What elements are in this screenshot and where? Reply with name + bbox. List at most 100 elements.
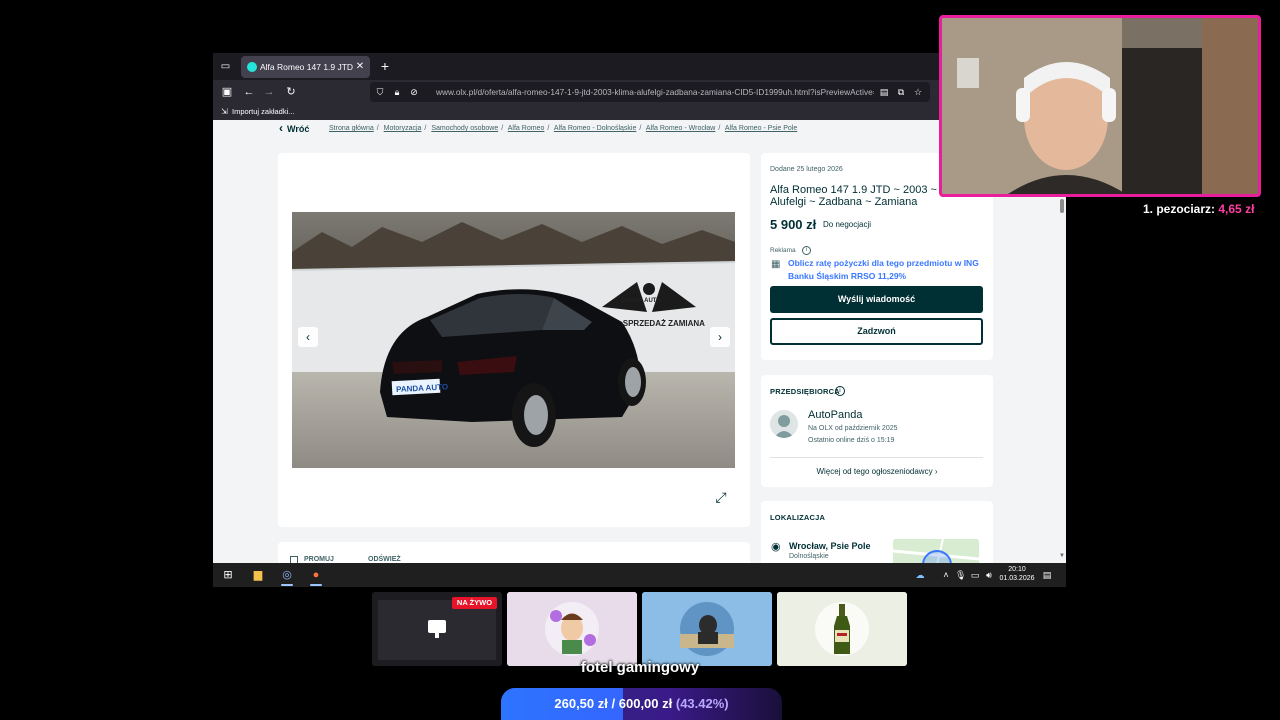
more-link-label: Więcej od tego ogłoszeniodawcy (816, 467, 933, 476)
active-indicator (281, 584, 293, 586)
system-clock[interactable]: 20:10 01.03.2026 (999, 565, 1035, 583)
new-tab-icon[interactable]: + (377, 58, 393, 74)
divider (770, 457, 983, 458)
tab-active[interactable]: Alfa Romeo 147 1.9 JTD ~ 2003 ✕ (241, 56, 370, 78)
goal-name: fotel gamingowy (580, 659, 700, 676)
sidebar-toggle-icon[interactable]: ▣ (219, 84, 235, 100)
seller-section-title: PRZEDSIĘBIORCA (770, 387, 840, 396)
olx-favicon-icon (247, 62, 257, 72)
listing-price: 5 900 zł (770, 217, 817, 232)
bookmark-star-icon[interactable]: ☆ (912, 85, 924, 99)
ad-label: Reklama (770, 247, 796, 254)
lock-icon[interactable]: 🔒︎ (391, 85, 403, 99)
breadcrumb-item[interactable]: Alfa Romeo - Psie Pole (725, 125, 797, 132)
tab-title: Alfa Romeo 147 1.9 JTD ~ 2003 (260, 62, 354, 72)
breadcrumb-item[interactable]: Strona główna (329, 125, 374, 132)
taskbar: ⊞ ▆ ◎ ● ☁ ˄ 🎙︎ ▭ 🔊︎ 20:10 01.03.2026 ▤ (213, 563, 1066, 587)
firefox-icon[interactable]: ● (308, 567, 324, 583)
negotiable-label: Do negocjacji (823, 220, 872, 229)
banner-brand: PANDA AUTO (622, 298, 661, 304)
send-message-button[interactable]: Wyślij wiadomość (770, 286, 983, 313)
picture-in-picture-icon[interactable]: ⧉ (895, 85, 907, 99)
promote-label[interactable]: PROMUJ (304, 556, 334, 563)
location-card: LOKALIZACJA ◉ Wrocław, Psie Pole Dolnośl… (761, 501, 993, 563)
file-explorer-icon[interactable]: ▆ (250, 567, 266, 583)
active-indicator (310, 584, 322, 586)
import-bookmarks-link[interactable]: Importuj zakładki... (232, 106, 295, 118)
car-photo-image: AUTO SPRZEDAŻ ZAMIANA PANDA AUTO PANDA A… (292, 212, 735, 468)
back-icon[interactable]: ← (241, 84, 257, 100)
seller-since: Na OLX od październik 2025 (808, 425, 898, 432)
more-from-seller-link[interactable]: Więcej od tego ogłoszeniodawcy › (761, 467, 993, 476)
breadcrumb-item[interactable]: Alfa Romeo (508, 125, 545, 132)
reload-icon[interactable]: ↻ (283, 84, 299, 100)
tab-list-icon[interactable]: ▭ (219, 60, 232, 73)
calculator-icon: ▦ (771, 259, 781, 270)
chevron-left-icon: ‹ (279, 121, 283, 135)
forward-icon[interactable]: → (261, 84, 277, 100)
beer-bottle-image (777, 592, 907, 666)
url-bar[interactable]: ⛉ 🔒︎ ⊘ www.olx.pl/d/oferta/alfa-romeo-14… (370, 82, 930, 102)
breadcrumb-item[interactable]: Alfa Romeo - Dolnośląskie (554, 125, 636, 132)
import-icon: ⇲ (221, 107, 228, 116)
close-tab-icon[interactable]: ✕ (354, 60, 366, 73)
loan-calculator-link[interactable]: Oblicz ratę pożyczki dla tego przedmiotu… (788, 257, 988, 283)
webcam-overlay (939, 15, 1261, 197)
location-pin-icon: ◉ (771, 541, 781, 553)
cartoon-avatar-image (507, 592, 637, 666)
breadcrumb: Strona główna / Motoryzacja / Samochody os… (329, 125, 798, 132)
info-icon[interactable]: i (802, 246, 811, 255)
info-icon[interactable]: i (835, 386, 845, 396)
reader-view-icon[interactable]: ▤ (878, 85, 890, 99)
gallery-next-button[interactable]: › (710, 327, 730, 347)
url-text[interactable]: www.olx.pl/d/oferta/alfa-romeo-147-1-9-j… (436, 85, 874, 99)
volume-icon[interactable]: 🔊︎ (983, 568, 995, 582)
seller-avatar-image (774, 415, 794, 438)
avatar[interactable] (770, 410, 798, 438)
seller-name[interactable]: AutoPanda (808, 409, 862, 421)
seller-last-online: Ostatnio online dziś o 15:19 (808, 437, 895, 444)
goal-target: 600,00 zł (618, 696, 673, 711)
breadcrumb-item[interactable]: Samochody osobowe (431, 125, 498, 132)
avatar-thumbnail (507, 592, 637, 666)
network-icon[interactable]: ▭ (969, 568, 981, 582)
top-donor-amount: 4,65 zł (1218, 202, 1255, 216)
back-link[interactable]: ‹ Wróć (279, 121, 309, 135)
chrome-icon[interactable]: ◎ (279, 567, 295, 583)
top-donor-label: 1. pezociarz: (1143, 202, 1216, 216)
top-donor: 1. pezociarz: 4,65 zł (1143, 202, 1254, 216)
goal-text: 260,50 zł / 600,00 zł (43.42%) (501, 688, 782, 720)
weather-icon[interactable]: ☁ (913, 568, 927, 582)
scroll-down-icon[interactable]: ▼ (1058, 552, 1066, 560)
location-region: Dolnośląskie (789, 553, 829, 560)
permissions-icon[interactable]: ⊘ (408, 85, 420, 99)
donation-goal-bar: 260,50 zł / 600,00 zł (43.42%) (501, 688, 782, 720)
clock-time: 20:10 (1008, 566, 1026, 573)
back-label: Wróć (287, 124, 310, 134)
listing-date: Dodane 25 lutego 2026 (770, 166, 843, 173)
location-map[interactable] (893, 539, 979, 563)
beach-photo-image (642, 592, 772, 666)
goal-current: 260,50 zł (554, 696, 608, 711)
breadcrumb-item[interactable]: Alfa Romeo - Wrocław (646, 125, 716, 132)
shield-icon[interactable]: ⛉ (374, 85, 386, 99)
call-button[interactable]: Zadzwoń (770, 318, 983, 345)
refresh-label[interactable]: ODŚWIEŻ (368, 556, 401, 563)
gallery-prev-button[interactable]: ‹ (298, 327, 318, 347)
fullscreen-icon[interactable]: ⤢ (713, 489, 729, 505)
scrollbar-thumb[interactable] (1060, 199, 1064, 213)
chevron-up-icon[interactable]: ˄ (941, 568, 951, 582)
breadcrumb-item[interactable]: Motoryzacja (384, 125, 422, 132)
chevron-right-icon: › (934, 467, 938, 476)
car-photo[interactable]: AUTO SPRZEDAŻ ZAMIANA PANDA AUTO PANDA A… (292, 212, 735, 468)
goal-separator: / (611, 696, 616, 711)
microphone-icon[interactable]: 🎙︎ (955, 568, 966, 582)
windows-start-icon[interactable]: ⊞ (220, 567, 236, 583)
notification-icon[interactable]: ▤ (1040, 568, 1054, 582)
clock-date: 01.03.2026 (999, 575, 1035, 582)
promote-checkbox[interactable] (290, 556, 298, 563)
beer-bottle-thumbnail (777, 592, 907, 666)
webcam-image (942, 18, 1258, 194)
photo-gallery: AUTO SPRZEDAŻ ZAMIANA PANDA AUTO PANDA A… (278, 153, 750, 527)
seller-card: PRZEDSIĘBIORCA i AutoPanda Na OLX od paź… (761, 375, 993, 487)
